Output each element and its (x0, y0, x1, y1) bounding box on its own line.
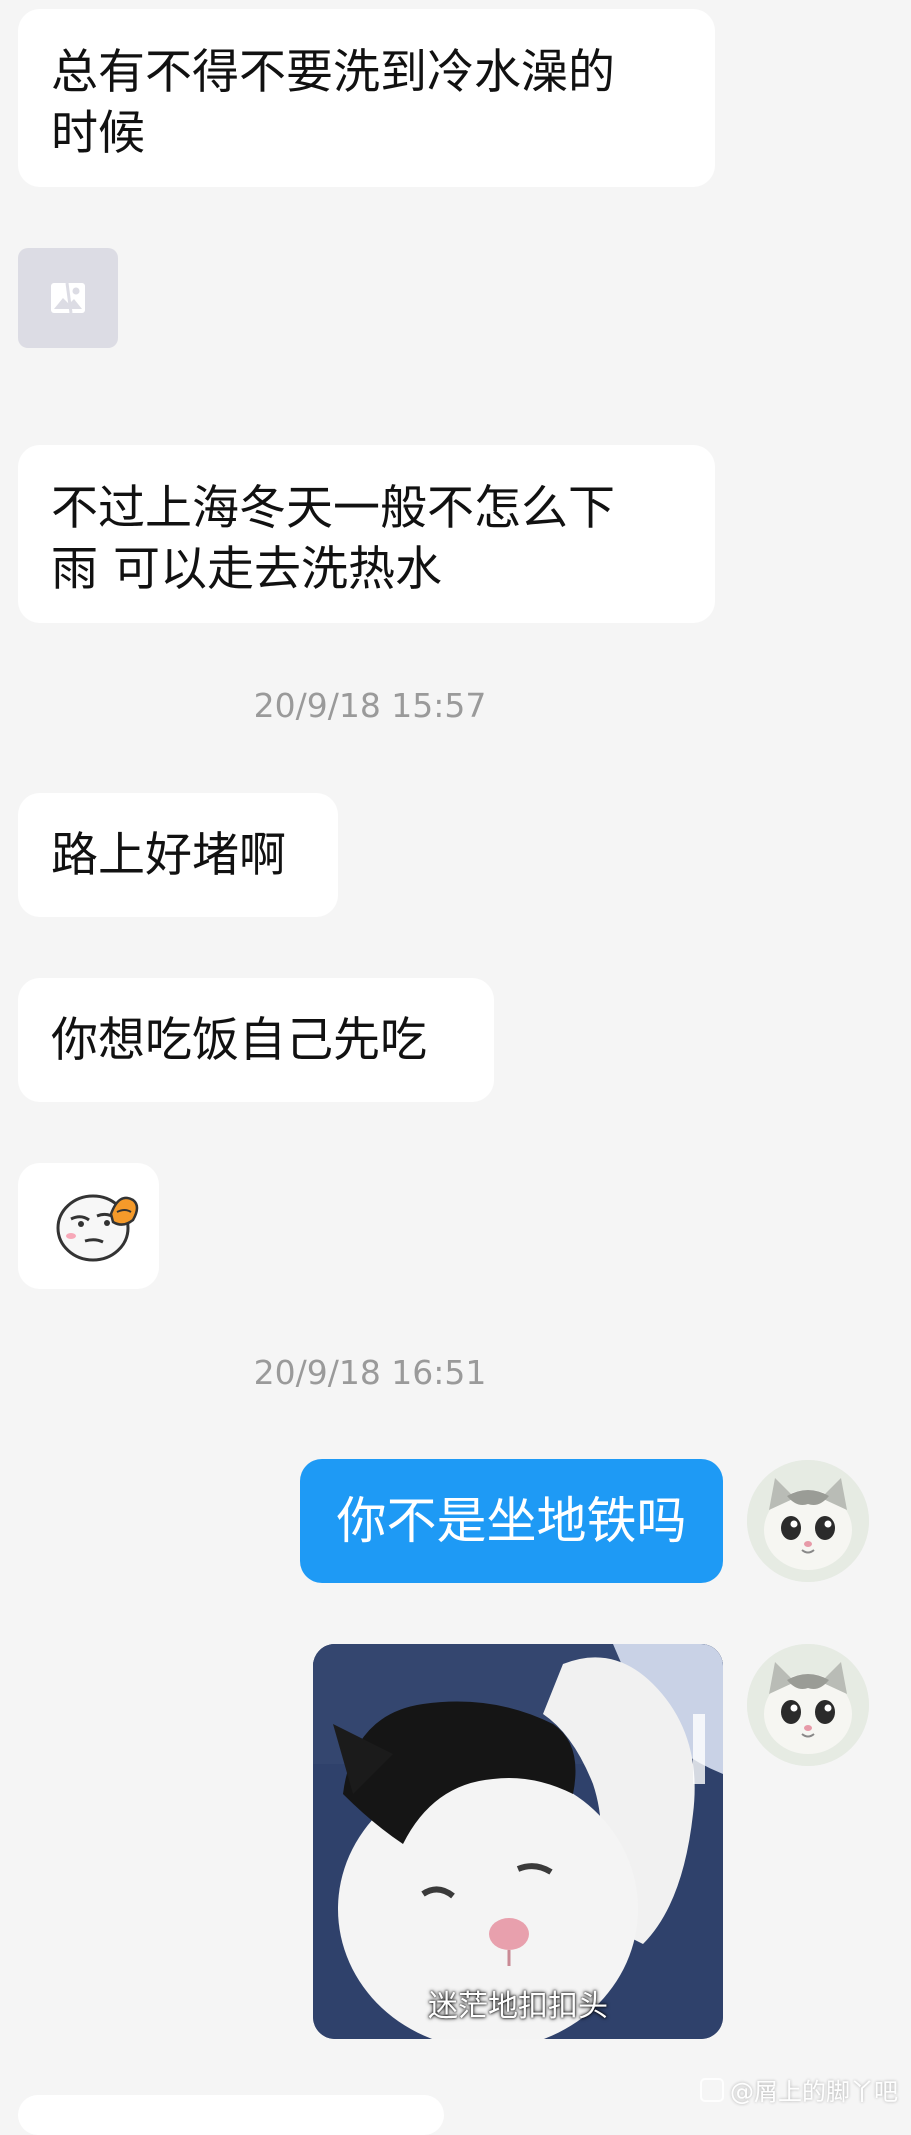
cat-photo-icon (313, 1644, 723, 2039)
watermark-text: @屑上的脚丫吧 (730, 2078, 898, 2106)
incoming-message-bubble[interactable]: 你想吃饭自己先吃 (18, 978, 494, 1102)
outgoing-message-bubble[interactable]: 你不是坐地铁吗 (300, 1459, 723, 1583)
incoming-message-bubble[interactable]: 路上好堵啊 (18, 793, 338, 917)
message-text-line: 时候 (51, 106, 145, 161)
cat-avatar-icon (747, 1644, 869, 1766)
message-text-line: 不过上海冬天一般不怎么下 (51, 481, 615, 536)
watermark: @屑上的脚丫吧 (700, 2072, 898, 2107)
timestamp: 20/9/18 15:57 (253, 686, 487, 725)
incoming-message-bubble-partial[interactable] (18, 2095, 444, 2135)
cat-avatar-icon (747, 1460, 869, 1582)
message-text: 路上好堵啊 (51, 827, 286, 883)
message-text-line: 总有不得不要洗到冷水澡的 (51, 45, 615, 100)
user-avatar[interactable] (747, 1460, 869, 1582)
sticker-caption: 迷茫地扣扣头 (428, 1989, 608, 2024)
sticker-message[interactable] (18, 1163, 159, 1289)
incoming-message-bubble[interactable]: 不过上海冬天一般不怎么下 雨 可以走去洗热水 (18, 445, 715, 623)
cat-sticker-image[interactable]: 迷茫地扣扣头 (313, 1644, 723, 2039)
smirk-emoji-icon (56, 1194, 139, 1262)
watermark-logo-icon (700, 2077, 724, 2102)
message-text: 你想吃饭自己先吃 (51, 1012, 427, 1068)
message-text-line: 雨 可以走去洗热水 (51, 542, 442, 597)
user-avatar[interactable] (747, 1644, 869, 1766)
incoming-message-bubble[interactable]: 总有不得不要洗到冷水澡的 时候 (18, 9, 715, 187)
message-text: 你不是坐地铁吗 (336, 1491, 687, 1550)
image-message-placeholder[interactable] (18, 248, 118, 348)
timestamp: 20/9/18 16:51 (253, 1353, 487, 1392)
broken-image-icon (51, 282, 85, 314)
